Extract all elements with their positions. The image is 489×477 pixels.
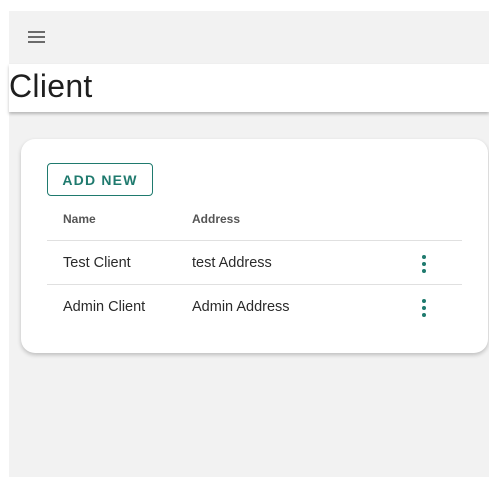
client-name: Test Client: [63, 255, 131, 271]
client-address: Admin Address: [192, 299, 290, 315]
more-vertical-icon[interactable]: [419, 255, 429, 273]
client-name: Admin Client: [63, 299, 146, 315]
add-new-button[interactable]: ADD NEW: [47, 163, 153, 196]
column-header-address: Address: [192, 212, 241, 226]
top-app-bar: [9, 11, 489, 64]
page-title-bar: Client: [9, 64, 489, 112]
table-row: Admin Client Admin Address: [47, 284, 462, 329]
client-address: test Address: [192, 255, 272, 271]
app-window: Client ADD NEW Name Address Test Client …: [9, 11, 489, 477]
client-list-card: ADD NEW Name Address Test Client test Ad…: [21, 139, 488, 353]
hamburger-menu-icon[interactable]: [28, 31, 45, 43]
table-row: Test Client test Address: [47, 240, 462, 285]
page-title: Client: [9, 68, 93, 104]
more-vertical-icon[interactable]: [419, 299, 429, 317]
column-header-name: Name: [63, 212, 96, 226]
